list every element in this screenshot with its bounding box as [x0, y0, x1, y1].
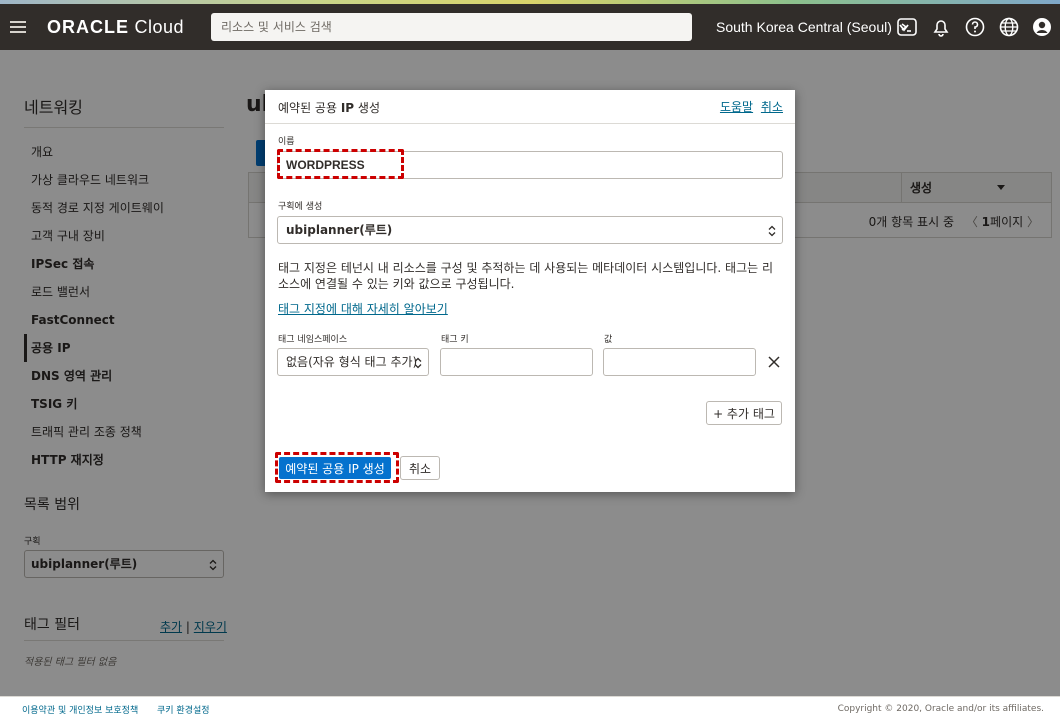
- tag-value-input[interactable]: [603, 348, 756, 376]
- dialog-title-suffix: 생성: [354, 101, 381, 115]
- create-in-compartment-select[interactable]: ubiplanner(루트): [277, 216, 783, 244]
- tag-namespace-select[interactable]: 없음(자유 형식 태그 추가): [277, 348, 429, 376]
- tagging-description: 태그 지정은 테넌시 내 리소스를 구성 및 추적하는 데 사용되는 메타데이터…: [278, 261, 774, 291]
- help-icon[interactable]: [964, 16, 986, 38]
- search-input[interactable]: [211, 13, 692, 41]
- page-footer: 이용약관 및 개인정보 보호정책 쿠키 환경설정 Copyright © 202…: [0, 696, 1060, 720]
- region-selector[interactable]: South Korea Central (Seoul): [716, 19, 909, 35]
- terms-privacy-link[interactable]: 이용약관 및 개인정보 보호정책: [22, 703, 138, 716]
- create-reserved-ip-button[interactable]: 예약된 공용 IP 생성: [279, 457, 391, 479]
- logo-cloud: Cloud: [129, 17, 185, 37]
- updown-arrows-icon: [768, 225, 776, 237]
- remove-tag-icon[interactable]: [767, 355, 781, 369]
- top-navigation-bar: ORACLE Cloud South Korea Central (Seoul): [0, 4, 1060, 50]
- oracle-cloud-logo[interactable]: ORACLE Cloud: [47, 17, 184, 38]
- dialog-cancel-link[interactable]: 취소: [761, 100, 783, 114]
- name-label: 이름: [278, 137, 295, 147]
- cloud-shell-icon[interactable]: [896, 16, 918, 38]
- help-link[interactable]: 도움말: [720, 100, 753, 114]
- tag-namespace-label: 태그 네임스페이스: [278, 335, 348, 345]
- tag-key-input[interactable]: [440, 348, 593, 376]
- dialog-header: 예약된 공용 IP 생성 도움말 취소: [265, 90, 795, 124]
- bell-icon[interactable]: [930, 16, 952, 38]
- cancel-button[interactable]: 취소: [400, 456, 440, 480]
- globe-icon[interactable]: [998, 16, 1020, 38]
- create-reserved-ip-dialog: 예약된 공용 IP 생성 도움말 취소 이름 구획에 생성 ubiplanner…: [265, 90, 795, 492]
- cookie-preferences-link[interactable]: 쿠키 환경설정: [157, 703, 210, 716]
- tag-key-label: 태그 키: [441, 335, 469, 345]
- logo-oracle: ORACLE: [47, 17, 129, 37]
- tag-value-label: 값: [604, 335, 613, 345]
- create-in-compartment-label: 구획에 생성: [278, 202, 323, 212]
- tag-namespace-value: 없음(자유 형식 태그 추가): [286, 355, 418, 369]
- name-input[interactable]: [277, 151, 783, 179]
- hamburger-menu-icon[interactable]: [10, 21, 26, 34]
- create-in-compartment-value: ubiplanner(루트): [286, 223, 393, 237]
- dialog-title-ip: IP: [340, 101, 355, 115]
- copyright-text: Copyright © 2020, Oracle and/or its affi…: [837, 704, 1044, 714]
- add-tag-button[interactable]: + 추가 태그: [706, 401, 782, 425]
- region-label: South Korea Central (Seoul): [716, 19, 892, 35]
- learn-tagging-link[interactable]: 태그 지정에 대해 자세히 알아보기: [278, 300, 448, 317]
- dialog-title-prefix: 예약된 공용: [278, 101, 341, 115]
- dialog-title: 예약된 공용 IP 생성: [278, 99, 380, 116]
- dialog-header-links: 도움말 취소: [716, 98, 783, 115]
- user-profile-icon[interactable]: [1031, 16, 1053, 38]
- updown-arrows-icon: [414, 357, 422, 369]
